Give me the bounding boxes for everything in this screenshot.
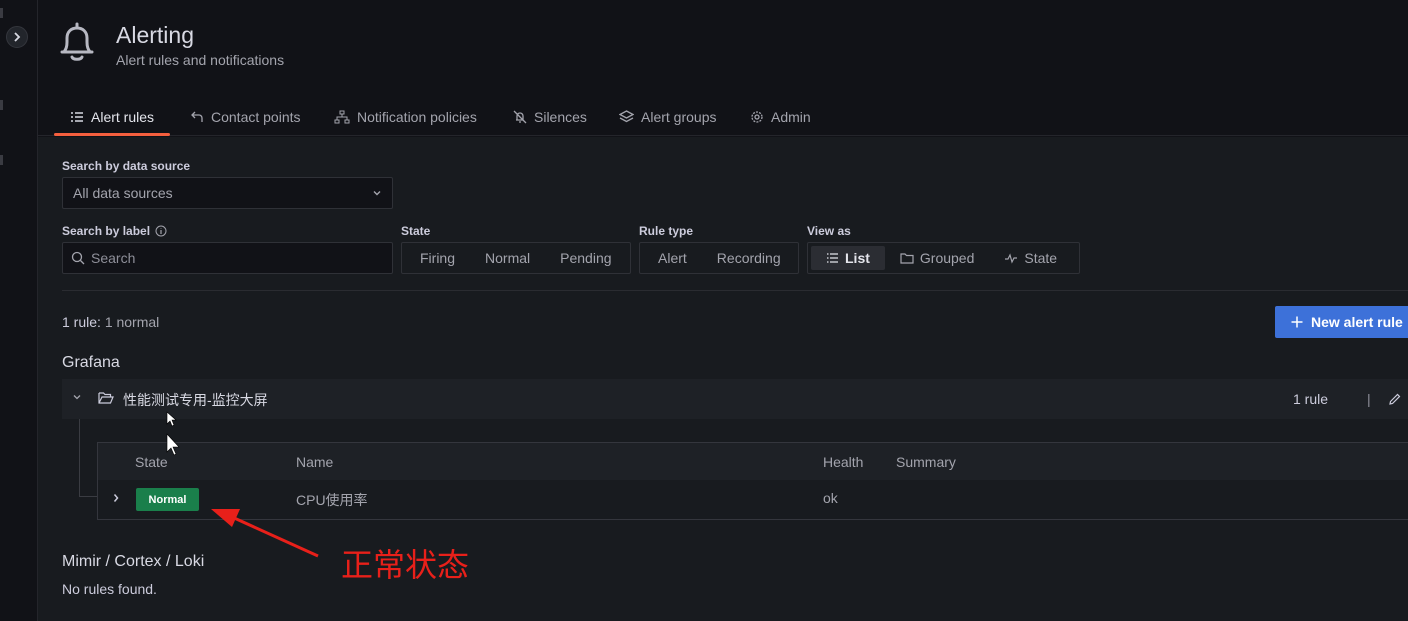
tab-label: Silences: [534, 109, 587, 125]
heartbeat-icon: [1005, 253, 1018, 264]
bell-icon: [60, 22, 94, 61]
view-option-label: State: [1024, 250, 1058, 266]
rule-health: ok: [823, 490, 838, 506]
view-as-label: View as: [807, 224, 851, 238]
tree-connector: [79, 419, 80, 497]
chevron-down-icon: [373, 191, 381, 196]
rule-type-option-alert[interactable]: Alert: [643, 246, 702, 270]
rules-summary: 1 rule: 1 normal: [62, 314, 159, 330]
tab-label: Alert rules: [91, 109, 155, 125]
mimir-section-title: Mimir / Cortex / Loki: [62, 553, 205, 570]
view-as-group: List Grouped State: [807, 242, 1080, 274]
chevron-right-icon: [14, 32, 21, 42]
tab-label: Admin: [771, 109, 811, 125]
filter-divider: [62, 290, 1408, 291]
column-header-name: Name: [296, 454, 334, 470]
table-header-row: State Name Health Summary: [98, 443, 1408, 480]
rules-table: State Name Health Summary Normal CPU使用率 …: [97, 442, 1408, 520]
page-title: Alerting: [116, 22, 194, 48]
rules-count: 1 rule:: [62, 314, 101, 330]
layer-group-icon: [619, 110, 634, 123]
list-icon: [71, 112, 83, 122]
state-option-firing[interactable]: Firing: [405, 246, 470, 270]
state-option-normal[interactable]: Normal: [470, 246, 545, 270]
view-option-state[interactable]: State: [989, 246, 1072, 270]
folder-name: 性能测试专用-监控大屏: [123, 392, 268, 408]
label-search-label: Search by label: [62, 224, 167, 238]
view-option-label: List: [845, 250, 870, 266]
new-alert-rule-button[interactable]: New alert rule: [1275, 306, 1408, 338]
view-option-list[interactable]: List: [811, 246, 885, 270]
list-icon: [827, 253, 838, 263]
folder-row[interactable]: 性能测试专用-监控大屏 1 rule |: [62, 379, 1408, 419]
tab-silences[interactable]: Silences: [513, 100, 587, 134]
folder-open-icon: [98, 392, 114, 404]
no-rules-message: No rules found.: [62, 581, 157, 597]
datasource-label: Search by data source: [62, 159, 191, 173]
chevron-right-icon[interactable]: [111, 493, 121, 503]
tab-admin[interactable]: Admin: [750, 100, 811, 134]
state-badge-normal: Normal: [136, 488, 199, 511]
tab-contact-points[interactable]: Contact points: [190, 100, 301, 134]
plus-icon: [1291, 316, 1303, 328]
search-icon: [71, 251, 85, 265]
cog-icon: [751, 111, 763, 123]
rules-detail: 1 normal: [104, 314, 160, 330]
tab-label: Contact points: [211, 109, 301, 125]
comment-alt-share-icon: [191, 111, 203, 122]
datasource-select[interactable]: All data sources: [62, 177, 393, 209]
state-filter-group: Firing Normal Pending: [401, 242, 631, 274]
nav-sidebar: [0, 0, 38, 621]
tab-alert-groups[interactable]: Alert groups: [619, 100, 716, 134]
column-header-summary: Summary: [896, 454, 956, 470]
rule-type-label: Rule type: [639, 224, 694, 238]
column-header-state: State: [135, 454, 168, 470]
annotation-text: 正常状态: [341, 547, 470, 583]
chevron-down-icon[interactable]: [72, 392, 82, 402]
rule-name: CPU使用率: [296, 492, 368, 508]
folder-separator: |: [1367, 391, 1371, 407]
folder-icon: [900, 253, 914, 264]
label-search-input-box: [62, 242, 393, 274]
bell-slash-icon: [513, 110, 527, 124]
sitemap-icon: [334, 110, 350, 124]
tab-bar: Alert rules Contact points Notification …: [38, 100, 1408, 136]
datasource-value: All data sources: [73, 185, 173, 201]
pen-icon[interactable]: [1388, 392, 1402, 406]
page-subtitle: Alert rules and notifications: [116, 52, 285, 68]
state-option-pending[interactable]: Pending: [545, 246, 626, 270]
alert-rules-panel: Search by data source All data sources S…: [38, 137, 1408, 621]
tab-label: Notification policies: [357, 109, 477, 125]
tree-connector: [79, 496, 97, 497]
rule-type-option-recording[interactable]: Recording: [702, 246, 796, 270]
info-circle-icon[interactable]: [155, 225, 167, 237]
view-option-label: Grouped: [919, 250, 975, 266]
tab-label: Alert groups: [641, 109, 717, 125]
tab-notification-policies[interactable]: Notification policies: [334, 100, 477, 134]
expand-menu-button[interactable]: [6, 26, 28, 48]
label-search-label-text: Search by label: [62, 224, 151, 238]
sidebar-marker: [0, 100, 3, 110]
folder-rule-count: 1 rule: [1293, 391, 1329, 407]
new-alert-rule-label: New alert rule: [1311, 314, 1403, 330]
sidebar-marker: [0, 8, 3, 18]
view-option-grouped[interactable]: Grouped: [885, 246, 989, 270]
grafana-section-title: Grafana: [62, 354, 120, 371]
state-filter-label: State: [401, 224, 431, 238]
column-header-health: Health: [823, 454, 864, 470]
sidebar-marker: [0, 155, 3, 165]
label-search-input[interactable]: [91, 250, 371, 266]
tab-alert-rules[interactable]: Alert rules: [53, 100, 171, 136]
rule-type-group: Alert Recording: [639, 242, 799, 274]
